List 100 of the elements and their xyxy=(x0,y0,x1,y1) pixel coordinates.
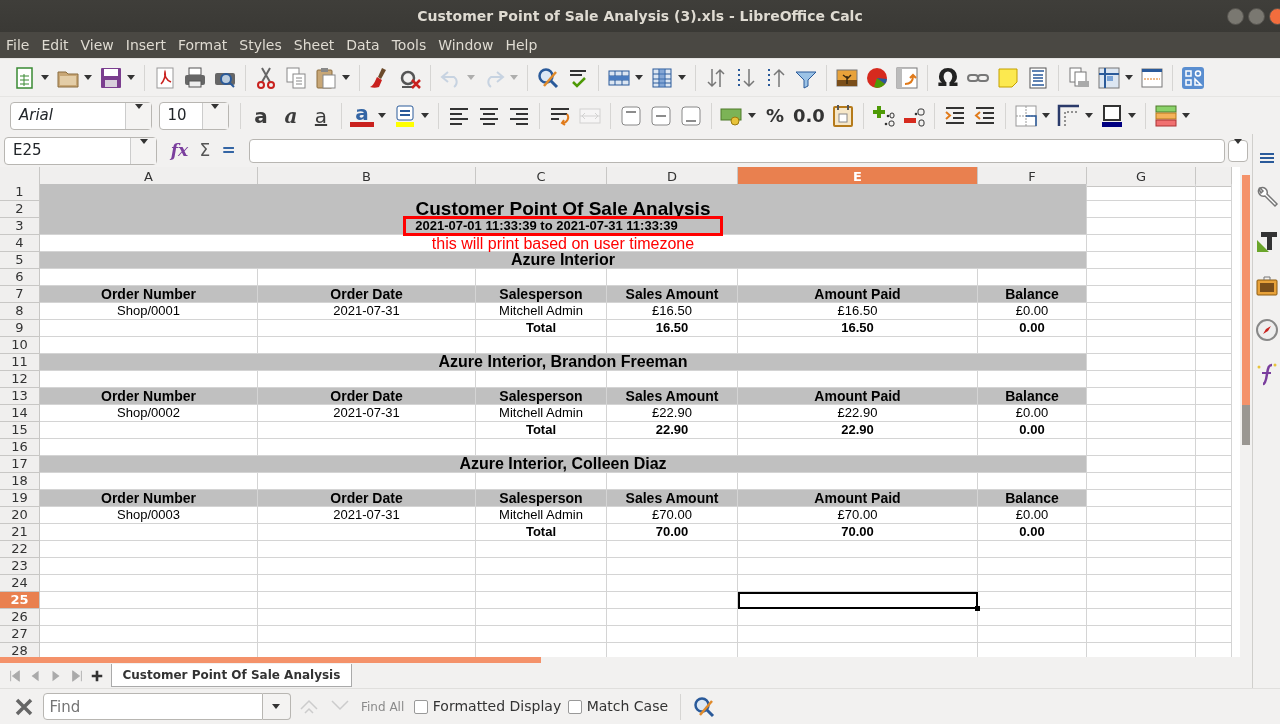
magnifier-pencil-icon[interactable] xyxy=(536,65,560,90)
caret-icon[interactable] xyxy=(342,75,350,80)
empty-cell[interactable] xyxy=(1196,490,1232,507)
menu-item[interactable]: Format xyxy=(171,34,234,56)
caret-icon[interactable] xyxy=(1127,113,1136,118)
empty-cell[interactable] xyxy=(1087,626,1196,643)
column-header[interactable]: F xyxy=(978,167,1087,187)
empty-cell[interactable] xyxy=(607,558,738,575)
border-style-icon[interactable] xyxy=(1056,103,1081,128)
empty-cell[interactable] xyxy=(1196,388,1232,405)
empty-cell[interactable] xyxy=(476,609,607,626)
empty-cell[interactable] xyxy=(1087,303,1196,320)
empty-cell[interactable] xyxy=(978,541,1087,558)
menu-item[interactable]: Window xyxy=(432,34,500,56)
scrollbar[interactable] xyxy=(0,657,541,663)
magnifier-pencil-icon[interactable] xyxy=(692,694,717,719)
row-header[interactable]: 6 xyxy=(0,269,40,286)
plus-decimal-icon[interactable] xyxy=(871,103,896,128)
formula-input[interactable] xyxy=(249,138,1225,163)
empty-cell[interactable] xyxy=(1196,575,1232,592)
floppy-icon[interactable] xyxy=(99,65,123,90)
empty-cell[interactable] xyxy=(978,609,1087,626)
caret-icon[interactable] xyxy=(41,75,49,80)
caret-icon[interactable] xyxy=(748,113,756,118)
menu-item[interactable]: Sheet xyxy=(287,34,341,56)
grid-panes-icon[interactable] xyxy=(1097,65,1121,90)
empty-cell[interactable] xyxy=(1196,252,1232,269)
empty-cell[interactable] xyxy=(1196,235,1232,252)
page-lines-icon[interactable] xyxy=(1026,65,1050,90)
menu-item[interactable]: Styles xyxy=(233,34,288,56)
empty-cell[interactable] xyxy=(1196,218,1232,235)
empty-cell[interactable] xyxy=(1196,337,1232,354)
empty-cell[interactable] xyxy=(1196,507,1232,524)
empty-cell[interactable] xyxy=(1196,354,1232,371)
row-header[interactable]: 8 xyxy=(0,303,40,320)
align-middle-icon[interactable] xyxy=(649,103,673,128)
row-header[interactable]: 22 xyxy=(0,541,40,558)
empty-cell[interactable] xyxy=(1087,269,1196,286)
caret-icon[interactable] xyxy=(84,75,92,80)
cell-cursor[interactable] xyxy=(738,592,978,609)
row-header[interactable]: 9 xyxy=(0,320,40,337)
format-button[interactable]: a xyxy=(249,103,273,128)
empty-cell[interactable] xyxy=(1196,405,1232,422)
border-color-icon[interactable] xyxy=(1099,103,1124,128)
row-header[interactable]: 10 xyxy=(0,337,40,354)
empty-cell[interactable] xyxy=(476,626,607,643)
pages-printer-icon[interactable] xyxy=(1067,65,1091,90)
column-header[interactable]: D xyxy=(607,167,738,187)
empty-cell[interactable] xyxy=(607,609,738,626)
caret-icon[interactable] xyxy=(678,75,686,80)
row-header[interactable]: 5 xyxy=(0,252,40,269)
empty-cell[interactable] xyxy=(258,575,476,592)
window-split-icon[interactable] xyxy=(1140,65,1164,90)
empty-cell[interactable] xyxy=(978,575,1087,592)
row-header[interactable]: 4 xyxy=(0,235,40,252)
empty-cell[interactable] xyxy=(1196,524,1232,541)
sheet-tab[interactable]: Customer Point Of Sale Analysis xyxy=(110,664,353,687)
row-header[interactable]: 26 xyxy=(0,609,40,626)
empty-cell[interactable] xyxy=(258,592,476,609)
caret-icon[interactable] xyxy=(635,75,643,80)
font-name-field[interactable]: Arial xyxy=(10,101,152,130)
row-header[interactable]: 11 xyxy=(0,354,40,371)
menu-item[interactable]: Edit xyxy=(35,34,75,56)
empty-cell[interactable] xyxy=(607,626,738,643)
empty-cell[interactable] xyxy=(476,558,607,575)
empty-cell[interactable] xyxy=(258,609,476,626)
caret-icon[interactable] xyxy=(378,113,386,118)
caret-icon[interactable] xyxy=(1041,113,1050,118)
compass-icon[interactable] xyxy=(1254,318,1279,342)
column-header[interactable]: G xyxy=(1087,167,1196,187)
dropdown-button[interactable] xyxy=(262,693,291,720)
colored-bars-icon[interactable] xyxy=(1153,103,1178,128)
row-header[interactable]: 24 xyxy=(0,575,40,592)
clipboard-icon[interactable] xyxy=(314,65,338,90)
empty-cell[interactable] xyxy=(1087,473,1196,490)
last-sheet-icon[interactable] xyxy=(69,668,84,683)
column-header[interactable]: C xyxy=(476,167,607,187)
empty-cell[interactable] xyxy=(1196,269,1232,286)
menu-item[interactable]: View xyxy=(74,34,120,56)
empty-cell[interactable] xyxy=(1196,303,1232,320)
format-button[interactable]: a xyxy=(350,104,374,127)
copy-icon[interactable] xyxy=(284,65,308,90)
empty-cell[interactable] xyxy=(258,558,476,575)
empty-cell[interactable] xyxy=(607,575,738,592)
pie-chart-icon[interactable] xyxy=(865,65,889,90)
formula-tool-button[interactable]: fx xyxy=(166,136,193,165)
empty-cell[interactable] xyxy=(1087,405,1196,422)
caret-icon[interactable] xyxy=(421,113,429,118)
shapes-icon[interactable] xyxy=(1181,65,1205,90)
row-header[interactable]: 2 xyxy=(0,201,40,218)
caret-icon[interactable] xyxy=(1181,113,1190,118)
empty-cell[interactable] xyxy=(258,524,476,541)
sticky-note-icon[interactable] xyxy=(996,65,1020,90)
empty-cell[interactable] xyxy=(607,541,738,558)
maximize-button[interactable] xyxy=(1248,8,1265,25)
highlight-color-icon[interactable] xyxy=(393,103,417,128)
checkbox[interactable] xyxy=(567,699,582,714)
caret-icon[interactable] xyxy=(127,75,135,80)
empty-cell[interactable] xyxy=(1196,592,1232,609)
empty-cell[interactable] xyxy=(1196,626,1232,643)
